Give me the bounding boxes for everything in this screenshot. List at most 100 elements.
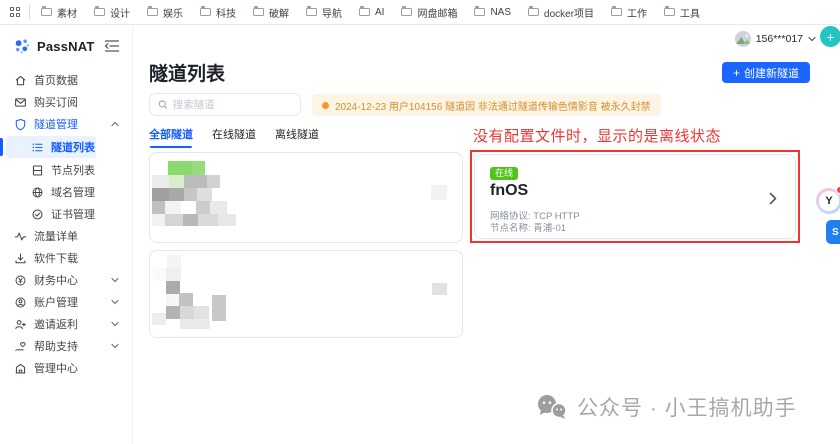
bookmark-folder[interactable]: 工具 <box>664 5 700 20</box>
folder-icon <box>401 8 412 16</box>
blurred-tunnel-card[interactable] <box>149 250 463 338</box>
bookmarks-bar: 素材 设计 娱乐 科技 破解 导航 AI 网盘邮箱 NAS docker项目 工… <box>0 0 840 25</box>
sidebar-item-label: 域名管理 <box>51 184 95 200</box>
sidebar-item-label: 隧道列表 <box>51 139 95 155</box>
bookmark-label: 设计 <box>110 5 130 20</box>
floating-add-button[interactable]: + <box>820 26 840 47</box>
sidebar-item-help-support[interactable]: 帮助支持 <box>0 335 132 357</box>
create-tunnel-label: 创建新隧道 <box>744 65 799 81</box>
sidebar-item-cert-management[interactable]: 证书管理 <box>0 203 132 225</box>
bookmark-folder[interactable]: 科技 <box>200 5 236 20</box>
annotation-red-box: 在线 fnOS 网络协议: TCP HTTP 节点名称: 青浦-01 <box>470 150 800 243</box>
certificate-check-icon <box>31 208 44 221</box>
bookmark-label: docker项目 <box>544 5 594 20</box>
search-box <box>149 93 301 116</box>
sidebar-item-tunnel-management[interactable]: 隧道管理 <box>0 113 132 135</box>
tunnel-card-fnos[interactable]: 在线 fnOS 网络协议: TCP HTTP 节点名称: 青浦-01 <box>474 154 796 239</box>
watermark-text: 公众号 · 小王搞机助手 <box>577 392 797 422</box>
sidebar-item-label: 邀请返利 <box>34 316 78 332</box>
sidebar-item-finance-center[interactable]: 财务中心 <box>0 269 132 291</box>
bookmark-folder[interactable]: 网盘邮箱 <box>401 5 457 20</box>
tunnel-tabs: 全部隧道 在线隧道 离线隧道 <box>149 126 319 148</box>
sidebar-item-tunnel-list[interactable]: 隧道列表 <box>6 136 96 158</box>
bookmark-folder[interactable]: 破解 <box>253 5 289 20</box>
account-icon <box>14 296 27 309</box>
chevron-down-icon <box>111 343 119 349</box>
tab-all-tunnels[interactable]: 全部隧道 <box>149 126 193 148</box>
sidebar-item-admin-center[interactable]: 管理中心 <box>0 357 132 379</box>
sidebar-item-traffic-detail[interactable]: 流量详单 <box>0 225 132 247</box>
bookmark-label: 科技 <box>216 5 236 20</box>
tab-online-tunnels[interactable]: 在线隧道 <box>212 126 256 148</box>
wechat-icon <box>536 394 568 421</box>
bookmark-label: 导航 <box>322 5 342 20</box>
ban-notice: 2024-12-23 用户104156 隧道因 非法通过隧道传输色情影音 被永久… <box>312 94 661 116</box>
chevron-down-icon <box>111 277 119 283</box>
bookmark-folder[interactable]: 工作 <box>611 5 647 20</box>
user-menu[interactable]: 156***017 <box>735 31 816 47</box>
bookmark-folder[interactable]: 素材 <box>41 5 77 20</box>
globe-icon <box>31 186 44 199</box>
mail-icon <box>14 96 27 109</box>
bookmark-folder[interactable]: 娱乐 <box>147 5 183 20</box>
apps-grid-icon[interactable] <box>10 7 20 17</box>
warning-dot-icon <box>322 102 329 109</box>
bookmark-label: 网盘邮箱 <box>417 5 457 20</box>
sidebar-item-domain-management[interactable]: 域名管理 <box>0 181 132 203</box>
sidebar-menu: 首页数据 购买订阅 隧道管理 隧道列表 节点列表 域名管理 <box>0 65 132 379</box>
sidebar-item-label: 证书管理 <box>51 206 95 222</box>
browser-extension-widget[interactable]: Y <box>816 188 840 214</box>
bookmark-folder[interactable]: AI <box>359 7 384 18</box>
folder-icon <box>306 8 317 16</box>
tunnel-node: 节点名称: 青浦-01 <box>490 220 566 234</box>
extension-glyph-icon: Y <box>819 191 839 211</box>
chevron-right-icon[interactable] <box>769 192 777 205</box>
sidebar-collapse-icon[interactable] <box>104 39 120 53</box>
page-title: 隧道列表 <box>149 59 225 86</box>
side-panel-label: S <box>832 227 839 238</box>
traffic-pulse-icon <box>14 230 27 243</box>
folder-icon <box>474 8 485 16</box>
tunnel-name: fnOS <box>490 182 528 200</box>
sidebar-item-software-download[interactable]: 软件下载 <box>0 247 132 269</box>
app-window: PassNAT 首页数据 购买订阅 隧道管理 隧道列表 <box>0 26 840 444</box>
bookmark-label: 娱乐 <box>163 5 183 20</box>
annotation-text: 没有配置文件时，显示的是离线状态 <box>473 125 721 146</box>
status-badge: 在线 <box>490 167 518 180</box>
shield-icon <box>14 118 27 131</box>
invite-user-icon <box>14 318 27 331</box>
search-input[interactable] <box>173 99 292 111</box>
node-icon <box>31 164 44 177</box>
sidebar-item-home-data[interactable]: 首页数据 <box>0 69 132 91</box>
sidebar: PassNAT 首页数据 购买订阅 隧道管理 隧道列表 <box>0 26 133 444</box>
chevron-down-icon <box>808 36 816 42</box>
sidebar-item-label: 隧道管理 <box>34 116 78 132</box>
bookmark-folder[interactable]: 导航 <box>306 5 342 20</box>
sidebar-item-invite-rebate[interactable]: 邀请返利 <box>0 313 132 335</box>
folder-icon <box>528 8 539 16</box>
folder-icon <box>200 8 211 16</box>
folder-icon <box>253 8 264 16</box>
brand-name: PassNAT <box>37 39 95 54</box>
bookmark-folder[interactable]: 设计 <box>94 5 130 20</box>
sidebar-item-node-list[interactable]: 节点列表 <box>0 159 132 181</box>
watermark: 公众号 · 小王搞机助手 <box>536 392 797 422</box>
blurred-tunnel-card[interactable] <box>149 152 463 243</box>
sidebar-item-subscribe[interactable]: 购买订阅 <box>0 91 132 113</box>
sidebar-item-label: 财务中心 <box>34 272 78 288</box>
bookmark-label: AI <box>375 7 384 18</box>
passnat-logo-icon <box>13 37 31 55</box>
sidebar-item-label: 软件下载 <box>34 250 78 266</box>
sidebar-item-label: 管理中心 <box>34 360 78 376</box>
folder-icon <box>664 8 675 16</box>
sidebar-item-account-management[interactable]: 账户管理 <box>0 291 132 313</box>
chevron-down-icon <box>111 321 119 327</box>
create-tunnel-button[interactable]: + 创建新隧道 <box>722 62 810 83</box>
bookmark-label: 工作 <box>627 5 647 20</box>
sidebar-item-label: 帮助支持 <box>34 338 78 354</box>
side-panel-button[interactable]: S <box>826 220 840 244</box>
bookmark-folder[interactable]: NAS <box>474 7 511 18</box>
bookmark-folder[interactable]: docker项目 <box>528 5 594 20</box>
chevron-down-icon <box>111 299 119 305</box>
tab-offline-tunnels[interactable]: 离线隧道 <box>275 126 319 148</box>
